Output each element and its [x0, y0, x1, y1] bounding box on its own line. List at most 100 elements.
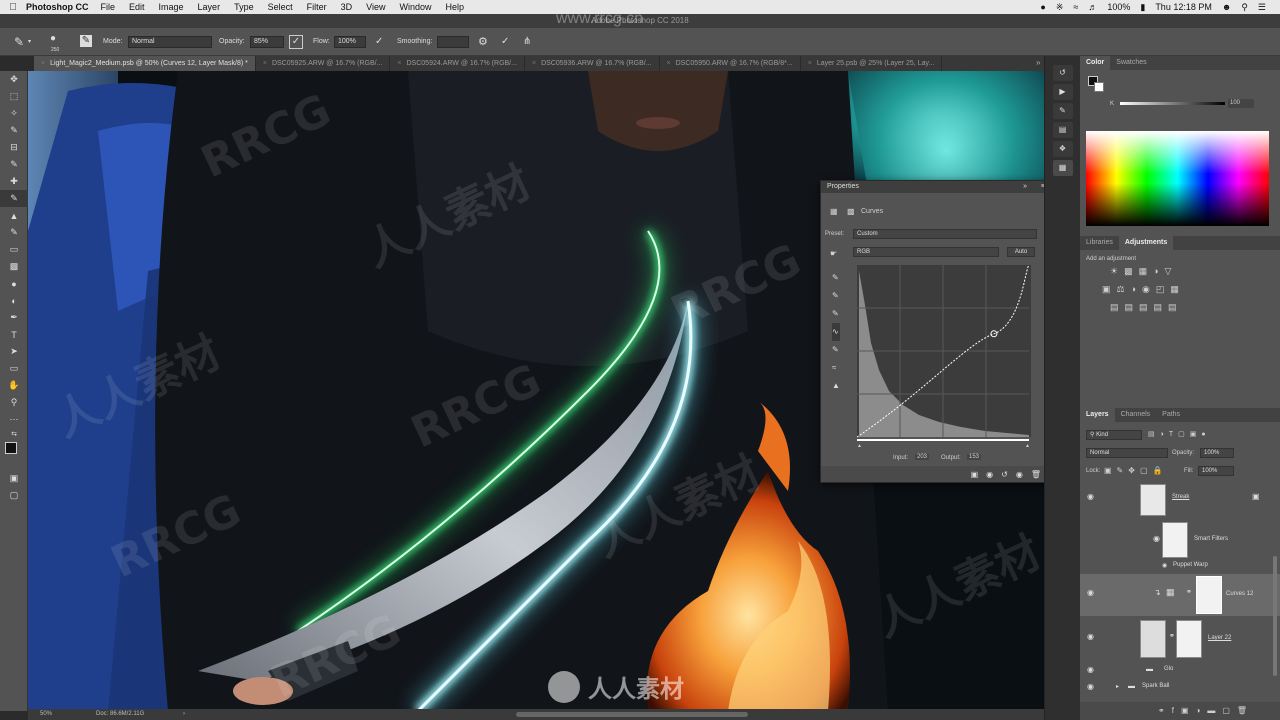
layers-scrollbar[interactable] — [1273, 556, 1277, 676]
blend-mode-select[interactable]: Normal — [1086, 448, 1168, 458]
pencil-curve-tool-icon[interactable]: ✎ — [832, 341, 840, 359]
output-value[interactable]: 153 — [967, 454, 982, 460]
on-image-adjust-icon[interactable]: ☛ — [830, 249, 837, 258]
new-adjustment-icon[interactable]: ◑ — [1196, 706, 1208, 715]
user-icon[interactable]: ☻ — [1222, 2, 1231, 12]
fx-icon[interactable]: f — [1172, 706, 1181, 715]
layer-name[interactable]: Smart Filters — [1194, 536, 1228, 542]
layer-name[interactable]: Puppet Warp — [1173, 562, 1208, 568]
collapse-icon[interactable]: » — [1023, 181, 1027, 193]
opacity-field[interactable]: 85% — [250, 36, 284, 48]
pressure-size-icon[interactable]: ✓ — [501, 35, 509, 49]
menu-3d[interactable]: 3D — [341, 2, 353, 12]
channel-select[interactable]: RGB — [853, 247, 999, 257]
link-layers-icon[interactable]: ⚭ — [1158, 706, 1172, 715]
layer-row-streak[interactable]: ◉ Streak ▣ — [1080, 482, 1280, 518]
layer-mask-icon[interactable]: ▩ — [847, 207, 855, 216]
eyedropper-tool-icon[interactable]: ✎ — [0, 156, 28, 173]
curves-graph[interactable] — [857, 265, 1031, 441]
color-spectrum[interactable] — [1086, 131, 1269, 226]
menu-clock[interactable]: Thu 12:18 PM — [1155, 2, 1212, 12]
history-brush-icon[interactable]: ✎ — [0, 224, 28, 241]
flow-field[interactable]: 100% — [334, 36, 366, 48]
brush-size[interactable]: 250 — [51, 43, 59, 57]
close-icon[interactable]: × — [263, 60, 267, 67]
adjustment-row-1[interactable]: ☀▩▦◑▽ — [1110, 266, 1177, 277]
color-background[interactable] — [1094, 82, 1104, 92]
zoom-level[interactable]: 50% — [40, 709, 52, 720]
marquee-tool-icon[interactable]: ⬚ — [0, 88, 28, 105]
smoothing-field[interactable] — [437, 36, 469, 48]
visibility-eye-icon[interactable]: ◉ — [1087, 665, 1094, 674]
gear-icon[interactable]: ⚙ — [478, 35, 488, 49]
battery-text[interactable]: 100% — [1107, 2, 1130, 12]
layer-name[interactable]: Streak — [1172, 494, 1189, 500]
menu-layer[interactable]: Layer — [198, 2, 221, 12]
tab-document-1[interactable]: × Light_Magic2_Medium.psb @ 50% (Curves 1… — [34, 56, 256, 71]
adjustment-row-2[interactable]: ▣⚖◑◉◰▦ — [1102, 284, 1185, 295]
chain-link-icon[interactable]: ⚭ — [1186, 588, 1192, 596]
visibility-eye-icon[interactable]: ◉ — [1162, 562, 1167, 569]
brush-tool-icon[interactable]: ✎ — [0, 190, 28, 207]
layer-name[interactable]: Glo — [1164, 666, 1173, 672]
trash-icon[interactable]: 🗑 — [1031, 470, 1041, 479]
close-icon[interactable]: × — [532, 60, 536, 67]
tab-document-3[interactable]: × DSC05924.ARW @ 16.7% (RGB/... — [390, 56, 525, 71]
tab-paths[interactable]: Paths — [1156, 408, 1186, 422]
symmetry-icon[interactable]: ⋔ — [523, 35, 531, 49]
crop-tool-icon[interactable]: ⊟ — [0, 139, 28, 156]
menu-file[interactable]: File — [101, 2, 116, 12]
wifi-icon[interactable]: ≈ — [1073, 2, 1078, 12]
healing-tool-icon[interactable]: ✚ — [0, 173, 28, 190]
layer-row-spark-ball[interactable]: ◉ ▸ ▬ Spark Ball — [1080, 679, 1280, 695]
visibility-eye-icon[interactable]: ◉ — [1087, 632, 1094, 641]
gray-point-eyedropper-icon[interactable]: ✎ — [832, 287, 840, 305]
menu-help[interactable]: Help — [445, 2, 464, 12]
black-point-eyedropper-icon[interactable]: ✎ — [832, 269, 840, 287]
screen-mode-icon[interactable]: ▢ — [0, 487, 28, 504]
close-icon[interactable]: × — [41, 60, 45, 67]
hand-tool-icon[interactable]: ✋ — [0, 377, 28, 394]
eraser-tool-icon[interactable]: ▭ — [0, 241, 28, 258]
dodge-tool-icon[interactable]: ◐ — [0, 292, 28, 309]
menu-window[interactable]: Window — [399, 2, 431, 12]
layer-row-puppet-warp[interactable]: ◉ Puppet Warp — [1080, 561, 1280, 573]
menu-edit[interactable]: Edit — [129, 2, 145, 12]
quick-mask-icon[interactable]: ▣ — [0, 470, 28, 487]
tab-color[interactable]: Color — [1080, 56, 1111, 70]
quick-select-tool-icon[interactable]: ✎ — [0, 122, 28, 139]
view-previous-icon[interactable]: ◉ — [986, 470, 993, 479]
horizontal-scrollbar[interactable] — [516, 712, 748, 717]
brush-panel-icon[interactable]: ✎ — [80, 35, 92, 47]
volume-icon[interactable]: ♬ — [1088, 2, 1097, 12]
properties-panel-icon[interactable]: ▦ — [1052, 160, 1073, 176]
visibility-eye-icon[interactable]: ◉ — [1087, 588, 1094, 597]
tab-document-5[interactable]: × DSC05950.ARW @ 16.7% (RGB/8*... — [660, 56, 801, 71]
adjustment-row-3[interactable]: ▤▤▤▤▤ — [1110, 302, 1183, 313]
expand-arrow-icon[interactable]: ▸ — [1116, 683, 1119, 690]
color-swatches[interactable] — [0, 440, 27, 470]
tab-swatches[interactable]: Swatches — [1110, 56, 1152, 70]
bluetooth-icon[interactable]: ※ — [1056, 2, 1064, 13]
lock-icons[interactable]: ▣✎✥▢🔒 — [1104, 466, 1167, 475]
app-name[interactable]: Photoshop CC — [26, 2, 89, 12]
path-select-tool-icon[interactable]: ➤ — [0, 343, 28, 360]
clone-source-icon[interactable]: ▤ — [1052, 122, 1073, 138]
foreground-color[interactable] — [5, 442, 17, 454]
tab-libraries[interactable]: Libraries — [1080, 236, 1119, 250]
notifications-icon[interactable]: ☰ — [1258, 2, 1266, 13]
shape-tool-icon[interactable]: ▭ — [0, 360, 28, 377]
layer-row-curves-12[interactable]: ◉ ↴ ▦ ⚭ Curves 12 — [1080, 574, 1280, 616]
new-layer-icon[interactable]: ▢ — [1222, 706, 1237, 715]
stamp-tool-icon[interactable]: ▲ — [0, 207, 28, 224]
menu-type[interactable]: Type — [234, 2, 254, 12]
k-value[interactable]: 100 — [1228, 99, 1254, 108]
k-slider[interactable] — [1120, 102, 1225, 105]
input-value[interactable]: 203 — [915, 454, 930, 460]
tab-document-4[interactable]: × DSC05936.ARW @ 16.7% (RGB/... — [525, 56, 660, 71]
smooth-curve-icon[interactable]: ≈ — [832, 359, 840, 377]
layer-row-smart-filters[interactable]: ◉ Smart Filters — [1080, 520, 1280, 560]
actions-panel-icon[interactable]: ▶ — [1052, 84, 1073, 100]
close-icon[interactable]: × — [397, 60, 401, 67]
white-slider-icon[interactable]: ▲ — [1025, 443, 1030, 449]
